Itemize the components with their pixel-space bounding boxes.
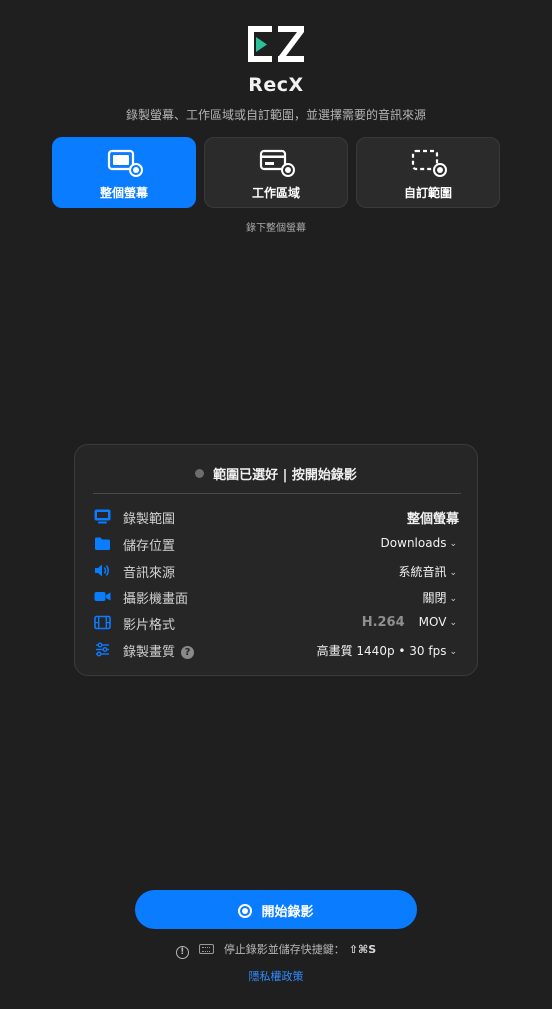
format-label: 影片格式 [123, 618, 176, 633]
sliders-icon [96, 642, 109, 657]
start-recording-content: 開始錄影 [135, 901, 417, 920]
help-icon[interactable]: ? [181, 646, 195, 659]
mode-work-area-label: 工作區域 [251, 186, 300, 200]
setting-row-location: 儲存位置 Downloads ⌄ [93, 533, 461, 555]
setting-row-camera: 攝影機畫面 關閉 ⌄ [93, 586, 461, 608]
app-title: RecX [248, 74, 304, 96]
shortcut-hint: ! 停止錄影並儲存快捷鍵： ⇧⌘S [0, 941, 552, 959]
window-record-icon [259, 149, 295, 177]
mode-work-area-button[interactable]: 工作區域 [204, 137, 348, 208]
setting-row-range: 錄製範圍 整個螢幕 [93, 506, 461, 528]
location-value: Downloads [380, 536, 447, 550]
monitor-record-icon [107, 149, 143, 177]
mode-hint: 錄下整個螢幕 [246, 223, 306, 234]
audio-value: 系統音訊 [398, 565, 447, 579]
privacy-policy-link[interactable]: 隱私權政策 [0, 968, 552, 984]
info-icon[interactable]: ! [175, 946, 189, 959]
audio-dropdown[interactable]: 系統音訊 ⌄ [398, 563, 457, 580]
quality-dropdown[interactable]: 高畫質 1440p • 30 fps ⌄ [317, 642, 457, 659]
container-dropdown[interactable]: MOV ⌄ [419, 615, 457, 629]
location-dropdown[interactable]: Downloads ⌄ [381, 536, 457, 550]
ez-logo [248, 26, 304, 62]
format-value-group: H.264 MOV ⌄ [362, 615, 457, 630]
mode-custom-range-button[interactable]: 自訂範圍 [356, 137, 500, 208]
quality-value: 高畫質 1440p • 30 fps [316, 644, 447, 658]
divider [93, 493, 461, 494]
setting-row-audio: 音訊來源 系統音訊 ⌄ [93, 560, 461, 582]
chevron-down-icon: ⌄ [449, 647, 457, 657]
container-value: MOV [418, 615, 447, 629]
shortcut-keys: ⇧⌘S [348, 943, 377, 956]
status-dot-icon [195, 469, 205, 478]
folder-icon [95, 537, 110, 550]
camera-icon [94, 592, 111, 601]
capture-mode-selector: 整個螢幕 工作區域 自訂範圍 [52, 137, 500, 208]
camera-value: 關閉 [422, 591, 447, 605]
record-icon [238, 904, 253, 918]
shortcut-text: 停止錄影並儲存快捷鍵： [223, 943, 345, 956]
settings-panel: 範圍已選好 | 按開始錄影 錄製範圍 整個螢幕 儲存位置 Downloads ⌄ … [74, 444, 478, 676]
audio-label: 音訊來源 [123, 566, 176, 581]
quality-label: 錄製畫質 [123, 645, 176, 660]
location-label: 儲存位置 [123, 539, 176, 554]
chevron-down-icon: ⌄ [449, 539, 457, 549]
quality-label-group: 錄製畫質? [123, 641, 195, 660]
camera-dropdown[interactable]: 關閉 ⌄ [422, 589, 457, 606]
status-line: 範圍已選好 | 按開始錄影 [75, 464, 477, 483]
setting-row-format: 影片格式 H.264 MOV ⌄ [93, 612, 461, 634]
chevron-down-icon: ⌄ [449, 568, 457, 578]
keyboard-icon [198, 944, 214, 954]
dashed-area-record-icon [411, 149, 447, 177]
start-recording-button[interactable]: 開始錄影 [135, 890, 417, 929]
start-recording-label: 開始錄影 [261, 905, 314, 920]
mode-full-screen-label: 整個螢幕 [99, 186, 148, 200]
camera-label: 攝影機畫面 [123, 592, 189, 607]
chevron-down-icon: ⌄ [449, 594, 457, 604]
speaker-icon [95, 564, 109, 577]
range-value: 整個螢幕 [406, 512, 459, 527]
chevron-down-icon: ⌄ [449, 618, 457, 628]
setting-row-quality: 錄製畫質? 高畫質 1440p • 30 fps ⌄ [93, 639, 461, 661]
app-subtitle: 錄製螢幕、工作區域或自訂範圍，並選擇需要的音訊來源 [125, 108, 426, 122]
mode-custom-range-label: 自訂範圍 [403, 186, 452, 200]
range-label: 錄製範圍 [123, 512, 176, 527]
mode-full-screen-button[interactable]: 整個螢幕 [52, 137, 196, 208]
screen-icon [94, 509, 111, 524]
film-icon [94, 615, 111, 630]
status-text: 範圍已選好 | 按開始錄影 [213, 468, 357, 483]
codec-value: H.264 [361, 615, 405, 630]
